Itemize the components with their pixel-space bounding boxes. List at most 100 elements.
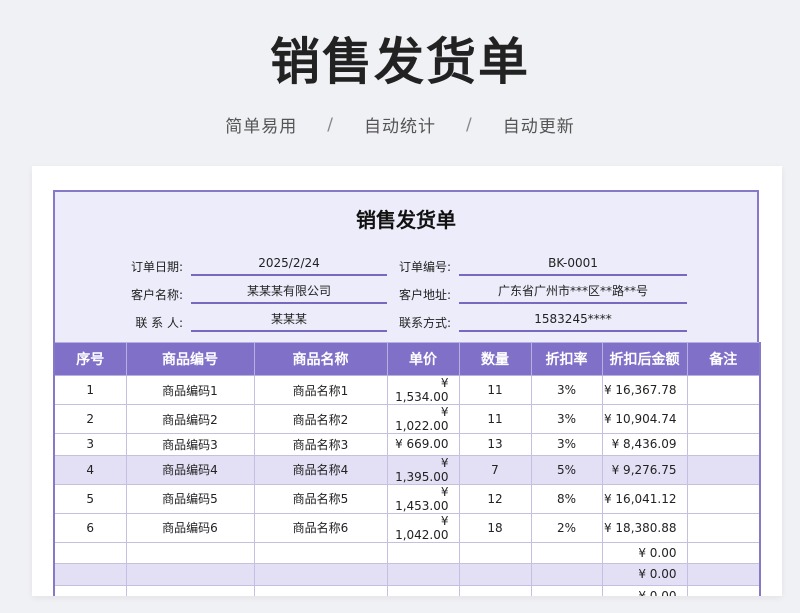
order-date-label: 订单日期:: [130, 260, 183, 274]
cell-discount[interactable]: 2%: [530, 512, 603, 543]
order-no-field[interactable]: BK-0001: [459, 254, 687, 276]
cell-discount[interactable]: 8%: [530, 483, 603, 514]
cell-amount[interactable]: ¥ 0.00: [601, 541, 688, 564]
col-header-amount: 折扣后金额: [601, 342, 688, 376]
cell-amount[interactable]: ¥ 9,276.75: [601, 454, 688, 485]
order-date-field[interactable]: 2025/2/24: [191, 254, 387, 276]
contact-label: 联 系 人:: [135, 316, 183, 330]
cell-no[interactable]: 2: [53, 404, 127, 434]
cell-amount[interactable]: ¥ 16,367.78: [601, 375, 688, 405]
cell-code[interactable]: 商品编码3: [125, 433, 255, 456]
cell-price[interactable]: ¥ 1,022.00: [386, 404, 460, 434]
customer-name-field[interactable]: 某某某有限公司: [191, 282, 387, 304]
cell-qty[interactable]: [458, 563, 532, 586]
feature-tags: 简单易用 / 自动统计 / 自动更新: [0, 112, 800, 138]
cell-code[interactable]: 商品编码6: [125, 512, 255, 543]
cell-name[interactable]: 商品名称6: [253, 512, 388, 543]
cell-qty[interactable]: 11: [458, 404, 532, 434]
cell-no[interactable]: [53, 541, 127, 564]
cell-qty[interactable]: 11: [458, 375, 532, 405]
cell-discount[interactable]: [530, 584, 603, 596]
cell-amount[interactable]: ¥ 10,904.74: [601, 404, 688, 434]
cell-name[interactable]: 商品名称1: [253, 375, 388, 405]
table-row: 3 商品编码3 商品名称3 ¥ 669.00 13 3% ¥ 8,436.09: [53, 433, 761, 456]
cell-note[interactable]: [686, 584, 761, 596]
customer-name-label: 客户名称:: [130, 288, 183, 302]
cell-amount[interactable]: ¥ 8,436.09: [601, 433, 688, 456]
cell-discount[interactable]: 3%: [530, 375, 603, 405]
contact-field[interactable]: 某某某: [191, 310, 387, 332]
cell-name[interactable]: [253, 584, 388, 596]
cell-code[interactable]: 商品编码1: [125, 375, 255, 405]
cell-note[interactable]: [686, 541, 761, 564]
cell-discount[interactable]: 3%: [530, 433, 603, 456]
cell-price[interactable]: ¥ 1,453.00: [386, 483, 460, 514]
cell-price[interactable]: ¥ 1,534.00: [386, 375, 460, 405]
col-header-no: 序号: [53, 342, 127, 376]
cell-price[interactable]: [386, 541, 460, 564]
cell-name[interactable]: 商品名称2: [253, 404, 388, 434]
contact-method-field[interactable]: 1583245****: [459, 310, 687, 332]
cell-discount[interactable]: 3%: [530, 404, 603, 434]
order-no-label: 订单编号:: [398, 260, 451, 274]
col-header-code: 商品编号: [125, 342, 255, 376]
cell-amount[interactable]: ¥ 0.00: [601, 563, 688, 586]
cell-name[interactable]: [253, 541, 388, 564]
spreadsheet-preview: 销售发货单 订单日期: 2025/2/24 订单编号: BK-0001 客户名称…: [32, 166, 782, 596]
cell-note[interactable]: [686, 404, 761, 434]
cell-code[interactable]: [125, 563, 255, 586]
cell-code[interactable]: [125, 584, 255, 596]
cell-no[interactable]: [53, 584, 127, 596]
cell-no[interactable]: [53, 563, 127, 586]
cell-price[interactable]: ¥ 669.00: [386, 433, 460, 456]
col-header-price: 单价: [386, 342, 460, 376]
cell-no[interactable]: 5: [53, 483, 127, 514]
cell-amount[interactable]: ¥ 0.00: [601, 584, 688, 596]
col-header-qty: 数量: [458, 342, 532, 376]
cell-amount[interactable]: ¥ 16,041.12: [601, 483, 688, 514]
cell-name[interactable]: 商品名称5: [253, 483, 388, 514]
cell-code[interactable]: 商品编码5: [125, 483, 255, 514]
cell-qty[interactable]: 13: [458, 433, 532, 456]
cell-amount[interactable]: ¥ 18,380.88: [601, 512, 688, 543]
cell-qty[interactable]: [458, 584, 532, 596]
tag-auto-stat: 自动统计: [364, 117, 436, 137]
cell-qty[interactable]: [458, 541, 532, 564]
cell-note[interactable]: [686, 454, 761, 485]
cell-no[interactable]: 4: [53, 454, 127, 485]
cell-qty[interactable]: 18: [458, 512, 532, 543]
cell-name[interactable]: [253, 563, 388, 586]
cell-note[interactable]: [686, 433, 761, 456]
cell-name[interactable]: 商品名称4: [253, 454, 388, 485]
cell-code[interactable]: 商品编码2: [125, 404, 255, 434]
table-row: ¥ 0.00: [53, 584, 761, 596]
items-table: 序号 商品编号 商品名称 单价 数量 折扣率 折扣后金额 备注 1 商品编码1 商品…: [53, 342, 761, 596]
table-row: ¥ 0.00: [53, 563, 761, 586]
cell-qty[interactable]: 7: [458, 454, 532, 485]
cell-code[interactable]: [125, 541, 255, 564]
cell-discount[interactable]: 5%: [530, 454, 603, 485]
col-header-name: 商品名称: [253, 342, 388, 376]
cell-discount[interactable]: [530, 541, 603, 564]
cell-price[interactable]: ¥ 1,395.00: [386, 454, 460, 485]
cell-price[interactable]: [386, 584, 460, 596]
cell-no[interactable]: 3: [53, 433, 127, 456]
cell-price[interactable]: ¥ 1,042.00: [386, 512, 460, 543]
cell-note[interactable]: [686, 563, 761, 586]
cell-price[interactable]: [386, 563, 460, 586]
customer-addr-field[interactable]: 广东省广州市***区**路**号: [459, 282, 687, 304]
cell-discount[interactable]: [530, 563, 603, 586]
cell-name[interactable]: 商品名称3: [253, 433, 388, 456]
cell-note[interactable]: [686, 483, 761, 514]
cell-code[interactable]: 商品编码4: [125, 454, 255, 485]
cell-no[interactable]: 6: [53, 512, 127, 543]
table-row: 1 商品编码1 商品名称1 ¥ 1,534.00 11 3% ¥ 16,367.78: [53, 375, 761, 405]
order-header-form: 销售发货单 订单日期: 2025/2/24 订单编号: BK-0001 客户名称…: [53, 190, 759, 344]
cell-no[interactable]: 1: [53, 375, 127, 405]
table-row: 6 商品编码6 商品名称6 ¥ 1,042.00 18 2% ¥ 18,380.88: [53, 512, 761, 543]
tag-separator: /: [466, 114, 473, 135]
cell-qty[interactable]: 12: [458, 483, 532, 514]
cell-note[interactable]: [686, 512, 761, 543]
cell-note[interactable]: [686, 375, 761, 405]
page-title: 销售发货单: [270, 33, 530, 91]
